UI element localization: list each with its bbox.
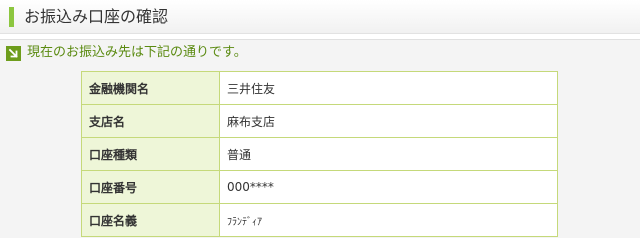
- table-row-account-number: 口座番号 000****: [81, 170, 558, 204]
- account-holder-value: ﾌﾗﾝﾃﾞｨｱ: [219, 203, 558, 237]
- table-row-account-holder: 口座名義 ﾌﾗﾝﾃﾞｨｱ: [81, 203, 558, 237]
- branch-name-value: 麻布支店: [219, 104, 558, 138]
- bank-name-value: 三井住友: [219, 71, 558, 105]
- branch-name-label: 支店名: [81, 104, 220, 138]
- account-type-value: 普通: [219, 137, 558, 171]
- account-type-label: 口座種類: [81, 137, 220, 171]
- table-row-branch-name: 支店名 麻布支店: [81, 104, 558, 138]
- account-number-value: 000****: [219, 170, 558, 204]
- section-heading: 現在のお振込み先は下記の通りです。: [6, 44, 247, 62]
- arrow-down-right-icon: [6, 45, 21, 61]
- page-header: お振込み口座の確認: [0, 0, 640, 34]
- transfer-info-section: 現在のお振込み先は下記の通りです。 金融機関名 三井住友 支店名 麻布支店 口座…: [0, 39, 640, 238]
- table-row-account-type: 口座種類 普通: [81, 137, 558, 171]
- account-holder-label: 口座名義: [81, 203, 220, 237]
- header-accent-bar: [9, 7, 14, 27]
- page-title: お振込み口座の確認: [24, 7, 169, 26]
- account-info-table: 金融機関名 三井住友 支店名 麻布支店 口座種類 普通 口座番号 000****…: [81, 71, 558, 237]
- account-number-label: 口座番号: [81, 170, 220, 204]
- section-heading-text: 現在のお振込み先は下記の通りです。: [27, 45, 247, 60]
- table-row-bank-name: 金融機関名 三井住友: [81, 71, 558, 105]
- bank-name-label: 金融機関名: [81, 71, 220, 105]
